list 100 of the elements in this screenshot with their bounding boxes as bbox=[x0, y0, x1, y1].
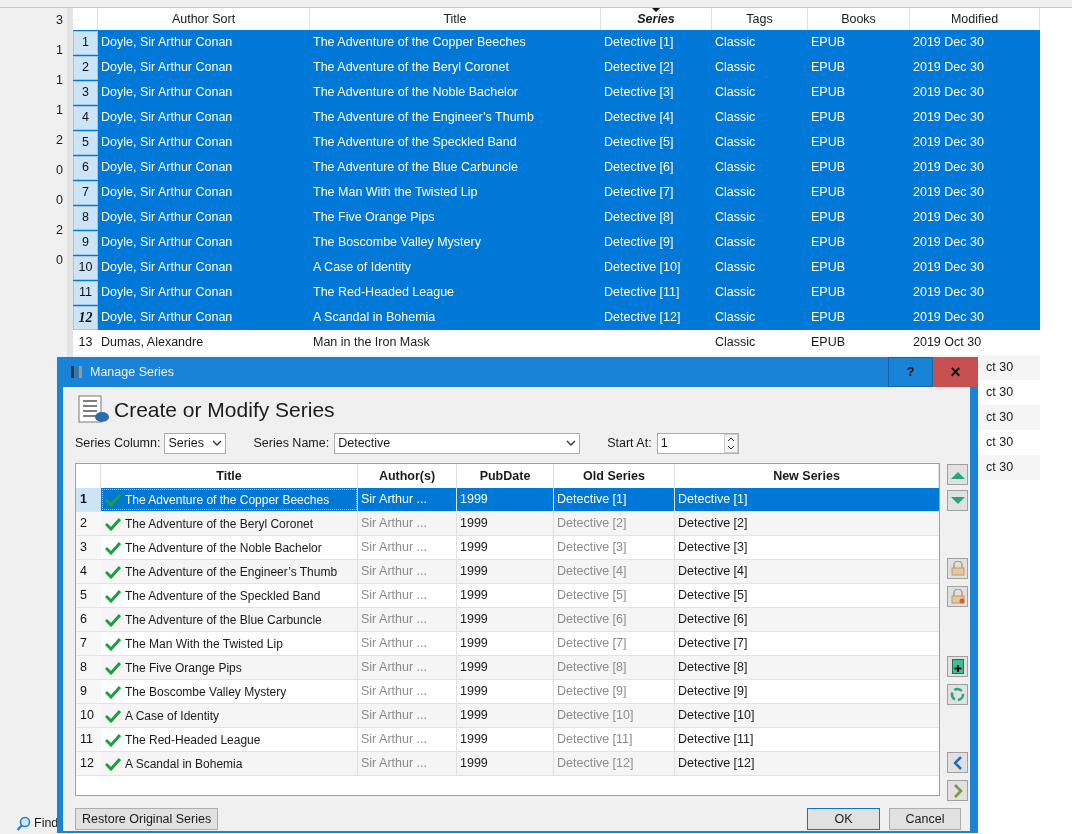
table-cell: 1999 bbox=[457, 632, 554, 655]
series-row[interactable]: 6 The Adventure of the Blue Carbuncle Sir Arthur ... 1999 Detective [6] Detective [6] bbox=[76, 608, 939, 632]
table-cell-text: 2019 Dec 30 bbox=[912, 84, 985, 102]
table-cell-text: The Adventure of the Noble Bachelor bbox=[125, 539, 322, 557]
checkmark-icon[interactable] bbox=[105, 732, 121, 747]
table-cell-text: EPUB bbox=[810, 34, 847, 52]
lock-icon bbox=[950, 589, 965, 604]
checkmark-icon[interactable] bbox=[105, 564, 121, 579]
library-row[interactable]: 3 Doyle, Sir Arthur Conan The Adventure of the Noble Bachelor Detective [3] Classic EPUB 2019 Dec 30 bbox=[73, 80, 1040, 105]
table-cell: Detective [10] bbox=[554, 704, 675, 727]
library-row[interactable]: 2 Doyle, Sir Arthur Conan The Adventure of the Beryl Coronet Detective [2] Classic EPUB 2019 Dec 30 bbox=[73, 55, 1040, 80]
previous-button[interactable] bbox=[947, 752, 968, 773]
series-row[interactable]: 9 The Boscombe Valley Mystery Sir Arthur ... 1999 Detective [9] Detective [9] bbox=[76, 680, 939, 704]
series-name-dropdown[interactable]: Detective bbox=[334, 432, 581, 454]
library-row[interactable]: 12 Doyle, Sir Arthur Conan A Scandal in Bohemia Detective [12] Classic EPUB 2019 Dec 30 bbox=[73, 305, 1040, 330]
count-label: 0 bbox=[56, 162, 63, 179]
checkmark-icon[interactable] bbox=[105, 588, 121, 603]
table-cell-text: EPUB bbox=[810, 109, 847, 127]
library-row[interactable]: 4 Doyle, Sir Arthur Conan The Adventure of the Engineer’s Thumb Detective [4] Classic EPUB 2019 Dec 30 bbox=[73, 105, 1040, 130]
close-button[interactable]: × bbox=[933, 357, 978, 387]
library-row[interactable]: 6 Doyle, Sir Arthur Conan The Adventure of the Blue Carbuncle Detective [6] Classic EPUB 2019 Dec 30 bbox=[73, 155, 1040, 180]
library-row[interactable]: 9 Doyle, Sir Arthur Conan The Boscombe Valley Mystery Detective [9] Classic EPUB 2019 Dec 30 bbox=[73, 230, 1040, 255]
chevron-down-icon bbox=[566, 440, 577, 446]
move-up-button[interactable] bbox=[947, 464, 968, 485]
checkmark-icon[interactable] bbox=[105, 540, 121, 555]
row-number: 5 bbox=[73, 130, 98, 155]
table-cell-text: The Adventure of the Copper Beeches bbox=[125, 491, 330, 509]
cancel-button[interactable]: Cancel bbox=[889, 808, 961, 830]
table-cell-text: 2019 Dec 30 bbox=[912, 109, 985, 127]
table-cell-text: 2019 Dec 30 bbox=[912, 59, 985, 77]
table-cell-text: The Adventure of the Copper Beeches bbox=[312, 34, 527, 52]
table-cell-text: The Five Orange Pips bbox=[312, 209, 436, 227]
checkmark-icon[interactable] bbox=[105, 684, 121, 699]
unlock-button[interactable] bbox=[947, 586, 968, 607]
table-cell[interactable]: Detective [6] bbox=[675, 608, 939, 631]
series-row[interactable]: 2 The Adventure of the Beryl Coronet Sir Arthur ... 1999 Detective [2] Detective [2] bbox=[76, 512, 939, 536]
checkmark-icon[interactable] bbox=[105, 492, 121, 507]
table-cell[interactable]: Detective [5] bbox=[675, 584, 939, 607]
library-row[interactable]: 10 Doyle, Sir Arthur Conan A Case of Identity Detective [10] Classic EPUB 2019 Dec 30 bbox=[73, 255, 1040, 280]
search-icon[interactable] bbox=[16, 815, 32, 832]
table-cell-text: The Adventure of the Blue Carbuncle bbox=[312, 159, 519, 177]
table-cell-text: The Adventure of the Noble Bachelor bbox=[312, 84, 519, 102]
checkmark-icon[interactable] bbox=[105, 708, 121, 723]
spin-arrows-icon[interactable] bbox=[723, 433, 738, 453]
table-cell[interactable]: Detective [9] bbox=[675, 680, 939, 703]
chevron-down-icon bbox=[212, 440, 223, 446]
table-cell[interactable]: Detective [7] bbox=[675, 632, 939, 655]
table-cell: Detective [11] bbox=[554, 728, 675, 751]
table-cell[interactable]: Detective [11] bbox=[675, 728, 939, 751]
restore-original-series-button[interactable]: Restore Original Series bbox=[75, 808, 219, 830]
table-cell[interactable]: Detective [3] bbox=[675, 536, 939, 559]
series-column-dropdown[interactable]: Series bbox=[164, 432, 227, 454]
chevron-left-icon bbox=[952, 755, 963, 770]
table-cell[interactable]: Detective [2] bbox=[675, 512, 939, 535]
dialog-heading: Create or Modify Series bbox=[114, 396, 335, 423]
ok-button[interactable]: OK bbox=[807, 808, 880, 830]
row-number: 3 bbox=[76, 536, 101, 559]
next-button[interactable] bbox=[947, 780, 968, 801]
table-cell[interactable]: Detective [4] bbox=[675, 560, 939, 583]
checkmark-icon[interactable] bbox=[105, 660, 121, 675]
table-cell-text: Classic bbox=[714, 134, 757, 152]
checkmark-icon[interactable] bbox=[105, 612, 121, 627]
table-cell[interactable]: Detective [12] bbox=[675, 752, 939, 775]
library-row[interactable]: 1 Doyle, Sir Arthur Conan The Adventure of the Copper Beeches Detective [1] Classic EPUB 2019 Dec 30 bbox=[73, 30, 1040, 55]
series-row[interactable]: 10 A Case of Identity Sir Arthur ... 1999 Detective [10] Detective [10] bbox=[76, 704, 939, 728]
series-row[interactable]: 3 The Adventure of the Noble Bachelor Sir Arthur ... 1999 Detective [3] Detective [3] bbox=[76, 536, 939, 560]
recycle-button[interactable] bbox=[947, 684, 968, 705]
table-cell-text: The Adventure of the Beryl Coronet bbox=[125, 515, 314, 533]
series-row[interactable]: 12 A Scandal in Bohemia Sir Arthur ... 1999 Detective [12] Detective [12] bbox=[76, 752, 939, 776]
add-button[interactable] bbox=[947, 656, 968, 677]
table-cell-text: A Case of Identity bbox=[312, 259, 412, 277]
checkmark-icon[interactable] bbox=[105, 756, 121, 771]
table-cell-text: Doyle, Sir Arthur Conan bbox=[100, 84, 234, 102]
lock-button[interactable] bbox=[947, 558, 968, 579]
library-row[interactable]: 11 Doyle, Sir Arthur Conan The Red-Headed League Detective [11] Classic EPUB 2019 Dec 30 bbox=[73, 280, 1040, 305]
table-cell[interactable]: Detective [10] bbox=[675, 704, 939, 727]
series-row[interactable]: 1 The Adventure of the Copper Beeches Sir Arthur ... 1999 Detective [1] Detective [1] bbox=[76, 488, 939, 512]
table-cell[interactable]: Detective [1] bbox=[675, 488, 939, 511]
series-row[interactable]: 11 The Red-Headed League Sir Arthur ... 1999 Detective [11] Detective [11] bbox=[76, 728, 939, 752]
table-cell-text: The Man With the Twisted Lip bbox=[125, 635, 283, 653]
table-cell: 1999 bbox=[457, 512, 554, 535]
table-cell: Detective [6] bbox=[554, 608, 675, 631]
help-button[interactable]: ? bbox=[888, 357, 933, 387]
library-row[interactable]: 5 Doyle, Sir Arthur Conan The Adventure of the Speckled Band Detective [5] Classic EPUB 2019 Dec 30 bbox=[73, 130, 1040, 155]
series-row[interactable]: 7 The Man With the Twisted Lip Sir Arthur ... 1999 Detective [7] Detective [7] bbox=[76, 632, 939, 656]
checkmark-icon[interactable] bbox=[105, 516, 121, 531]
triangle-down-icon bbox=[950, 496, 965, 505]
series-row[interactable]: 5 The Adventure of the Speckled Band Sir Arthur ... 1999 Detective [5] Detective [5] bbox=[76, 584, 939, 608]
chevron-right-icon bbox=[952, 783, 963, 798]
series-row[interactable]: 8 The Five Orange Pips Sir Arthur ... 1999 Detective [8] Detective [8] bbox=[76, 656, 939, 680]
start-at-spinbox[interactable]: 1 bbox=[656, 432, 739, 454]
table-cell-text: EPUB bbox=[810, 159, 847, 177]
find-label[interactable]: Find bbox=[34, 814, 59, 833]
row-number: 13 bbox=[77, 334, 94, 352]
library-row[interactable]: 8 Doyle, Sir Arthur Conan The Five Orange Pips Detective [8] Classic EPUB 2019 Dec 30 bbox=[73, 205, 1040, 230]
library-row[interactable]: 7 Doyle, Sir Arthur Conan The Man With the Twisted Lip Detective [7] Classic EPUB 2019 Dec 30 bbox=[73, 180, 1040, 205]
series-row[interactable]: 4 The Adventure of the Engineer’s Thumb Sir Arthur ... 1999 Detective [4] Detective [4] bbox=[76, 560, 939, 584]
move-down-button[interactable] bbox=[947, 490, 968, 511]
checkmark-icon[interactable] bbox=[105, 636, 121, 651]
table-cell[interactable]: Detective [8] bbox=[675, 656, 939, 679]
